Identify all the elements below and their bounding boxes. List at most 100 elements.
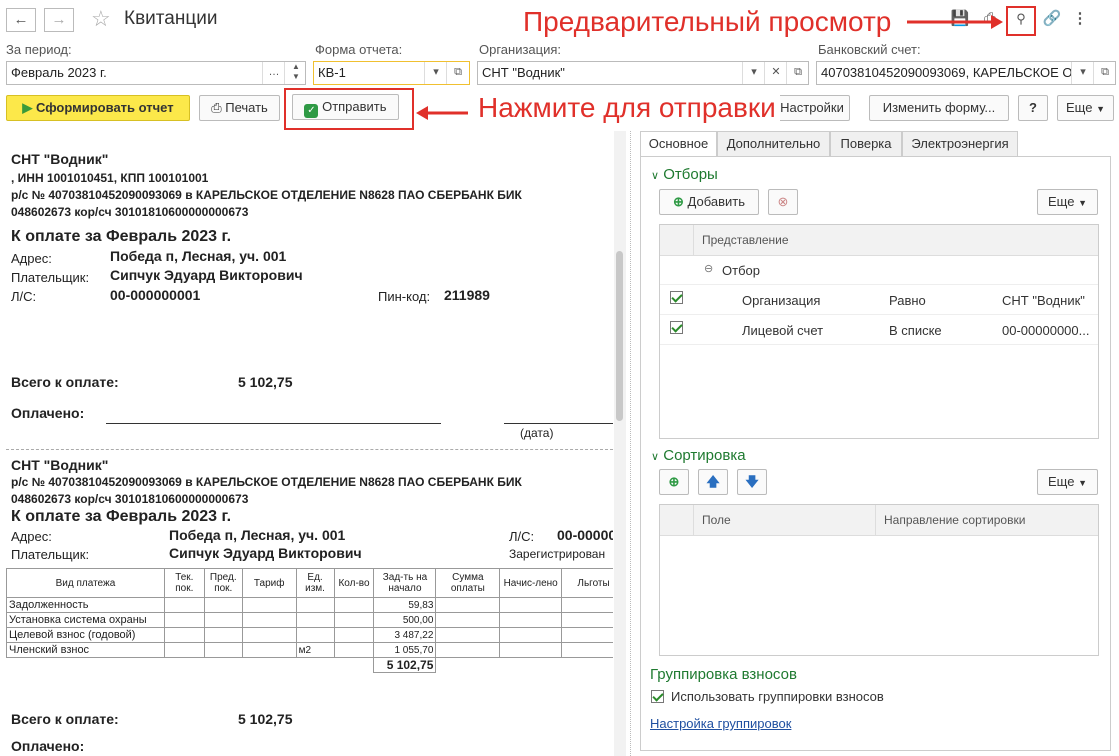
period-stepper[interactable]: ▲ ▼ — [284, 62, 305, 84]
sort-more-button[interactable]: Еще ▼ — [1037, 469, 1098, 495]
forward-arrow-icon: → — [51, 11, 67, 28]
delete-filter-button[interactable]: ⊗ — [768, 189, 798, 215]
filter-cond: Равно — [889, 293, 926, 308]
back-arrow-icon: ← — [13, 11, 29, 28]
report-scrollbar[interactable] — [614, 131, 626, 756]
filters-table[interactable]: Представление ⊖ Отбор Организация Равно … — [659, 224, 1099, 439]
star-icon[interactable]: ☆ — [91, 6, 111, 32]
col-header: Тариф — [241, 568, 297, 598]
sort-section-title[interactable]: ∨ Сортировка — [651, 447, 746, 464]
group-settings-link[interactable]: Настройка группировок — [650, 716, 791, 731]
col-header: Сумма оплаты — [435, 568, 501, 598]
r1-ls-value: 00-000000001 — [110, 287, 201, 303]
r1-date-line — [504, 423, 613, 424]
chevron-down-icon[interactable]: ▾ — [742, 62, 765, 84]
report-document[interactable]: СНТ "Водник" , ИНН 1001010451, КПП 10010… — [6, 131, 613, 756]
add-filter-button[interactable]: ⊕ Добавить — [659, 189, 759, 215]
sort-header-sep2 — [875, 505, 876, 535]
preview-icon[interactable]: ⚲ — [1009, 8, 1033, 30]
form-value: КВ-1 — [318, 65, 346, 80]
tab-verification[interactable]: Поверка — [830, 131, 902, 157]
chevron-down-icon: ▼ — [1078, 478, 1087, 488]
r2-total-label: Всего к оплате: — [11, 711, 119, 727]
help-button[interactable]: ? — [1018, 95, 1048, 121]
filters-title-label: Отборы — [663, 166, 718, 183]
filter-group-row[interactable]: ⊖ Отбор — [660, 256, 1098, 285]
scrollbar-thumb[interactable] — [616, 251, 623, 421]
period-field[interactable]: Февраль 2023 г. … ▲ ▼ — [6, 61, 306, 85]
annotation-preview: Предварительный просмотр — [523, 6, 892, 37]
arrow-up-icon: 🡅 — [706, 474, 720, 489]
r1-org: СНТ "Водник" — [11, 151, 109, 167]
add-sort-button[interactable]: ⊕ — [659, 469, 689, 495]
tab-electricity[interactable]: Электроэнергия — [902, 131, 1018, 157]
generate-report-button[interactable]: ▶ Сформировать отчет — [6, 95, 190, 121]
open-icon[interactable]: ⧉ — [1093, 62, 1115, 84]
more-label: Еще — [1048, 474, 1075, 489]
collapse-icon[interactable]: ⊖ — [704, 262, 713, 275]
more-label: Еще — [1066, 100, 1093, 115]
bank-field[interactable]: 40703810452090093069, КАРЕЛЬСКОЕ О ▾ ⧉ — [816, 61, 1116, 85]
form-field[interactable]: КВ-1 ▾ ⧉ — [313, 61, 470, 85]
period-select-button[interactable]: … — [262, 62, 285, 84]
sort-table[interactable]: Поле Направление сортировки — [659, 504, 1099, 656]
filters-more-button[interactable]: Еще ▼ — [1037, 189, 1098, 215]
table-total-row: 5 102,75 — [7, 657, 614, 673]
table-row: Установка система охраны 500,00 — [6, 612, 613, 628]
org-field[interactable]: СНТ "Водник" ▾ ✕ ⧉ — [477, 61, 809, 85]
r1-date-label: (дата) — [520, 426, 554, 440]
filter-cond: В списке — [889, 323, 942, 338]
org-label: Организация: — [479, 42, 562, 57]
filter-group-label: Отбор — [722, 263, 760, 278]
chevron-down-icon: ∨ — [651, 170, 660, 182]
r1-account1: р/с № 40703810452090093069 в КАРЕЛЬСКОЕ … — [11, 188, 522, 202]
send-button[interactable]: ✓ Отправить — [292, 94, 399, 120]
r1-paid-line — [106, 423, 441, 424]
filters-header-sep — [693, 225, 694, 255]
group-checkbox[interactable] — [651, 690, 664, 703]
filter-checkbox[interactable] — [670, 321, 683, 334]
print-button[interactable]: ⎙ Печать — [199, 95, 280, 121]
row-unit — [295, 612, 335, 628]
back-button[interactable]: ← — [6, 8, 36, 32]
sort-col-field: Поле — [702, 513, 731, 527]
open-icon[interactable]: ⧉ — [446, 62, 469, 84]
filters-section-title[interactable]: ∨ Отборы — [651, 166, 718, 183]
tab-main[interactable]: Основное — [640, 131, 717, 157]
r2-paid-label: Оплачено: — [11, 738, 85, 754]
more-vert-icon[interactable]: ⋮ — [1068, 8, 1092, 30]
sort-title-label: Сортировка — [663, 447, 746, 464]
r1-payer-value: Сипчук Эдуард Викторович — [110, 267, 303, 283]
change-form-label: Изменить форму... — [882, 100, 996, 115]
chevron-down-icon[interactable]: ▾ — [424, 62, 447, 84]
generate-label: Сформировать отчет — [36, 100, 174, 115]
r2-account2: 048602673 кор/сч 30101810600000000673 — [11, 492, 249, 506]
forward-button[interactable]: → — [44, 8, 74, 32]
chevron-down-icon: ▼ — [1096, 104, 1105, 114]
period-label: За период: — [6, 42, 72, 57]
chevron-down-icon[interactable]: ▾ — [1071, 62, 1094, 84]
delete-icon: ⊗ — [777, 194, 789, 209]
table-row[interactable]: Лицевой счет В списке 00-00000000... — [660, 315, 1098, 345]
move-up-button[interactable]: 🡅 — [698, 469, 728, 495]
open-icon[interactable]: ⧉ — [786, 62, 808, 84]
row-debt: 1 055,70 — [373, 642, 437, 658]
col-header: Кол-во — [333, 568, 375, 598]
r2-org: СНТ "Водник" — [11, 457, 109, 473]
filter-value: 00-00000000... — [1002, 323, 1090, 338]
splitter[interactable] — [630, 131, 631, 756]
filter-field: Организация — [742, 293, 821, 308]
change-form-button[interactable]: Изменить форму... — [869, 95, 1009, 121]
group-checkbox-label[interactable]: Использовать группировки взносов — [671, 689, 884, 704]
r2-total-value: 5 102,75 — [238, 711, 293, 727]
more-button[interactable]: Еще ▼ — [1057, 95, 1114, 121]
clear-icon[interactable]: ✕ — [764, 62, 787, 84]
move-down-button[interactable]: 🡇 — [737, 469, 767, 495]
table-row[interactable]: Организация Равно СНТ "Водник" — [660, 285, 1098, 315]
link-icon[interactable]: 🔗 — [1040, 8, 1064, 30]
filter-checkbox[interactable] — [670, 291, 683, 304]
row-name: Целевой взнос (годовой) — [6, 627, 165, 643]
tab-additional[interactable]: Дополнительно — [717, 131, 830, 157]
preview-arrow-icon — [907, 15, 1003, 29]
r2-payer-label: Плательщик: — [11, 547, 90, 562]
